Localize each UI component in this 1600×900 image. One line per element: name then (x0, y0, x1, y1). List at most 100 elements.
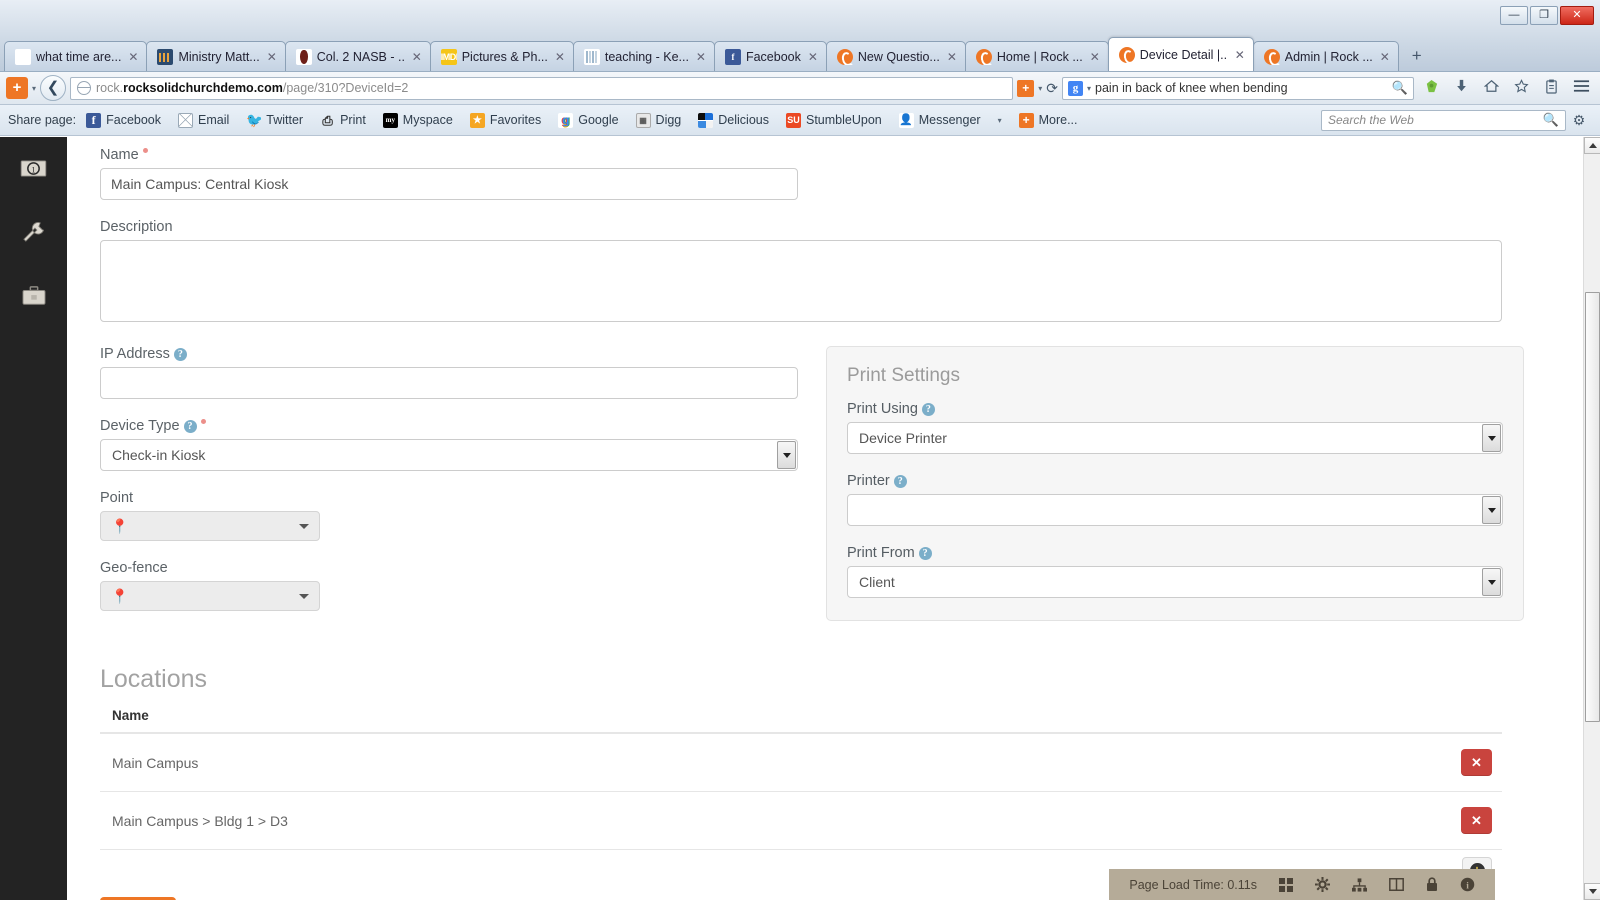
new-tab-button[interactable]: + (1404, 46, 1430, 68)
share-search-input[interactable]: Search the Web 🔍 (1321, 109, 1566, 131)
help-icon[interactable]: ? (183, 419, 197, 433)
device-type-select[interactable]: Check-in Kiosk (100, 439, 798, 471)
share-myspace-button[interactable]: my Myspace (382, 112, 453, 128)
delete-location-button[interactable]: ✕ (1461, 807, 1492, 834)
gmail-icon: M (15, 48, 31, 65)
scrollbar-thumb[interactable] (1585, 292, 1600, 722)
scroll-down-button[interactable] (1584, 883, 1600, 900)
info-icon[interactable]: i (1460, 877, 1475, 892)
address-bar[interactable]: rock.rocksolidchurchdemo.com/page/310?De… (70, 76, 1014, 100)
tab-title: what time are... (36, 49, 122, 64)
printer-select[interactable] (847, 494, 1503, 526)
help-icon[interactable]: ? (918, 546, 932, 560)
help-icon[interactable]: ? (893, 474, 907, 488)
share-print-button[interactable]: ⎙ Print (320, 113, 365, 128)
scroll-up-button[interactable] (1584, 137, 1600, 154)
blocks-icon[interactable] (1279, 877, 1293, 892)
home-icon[interactable] (1478, 79, 1504, 97)
share-more-button[interactable]: + More... (1018, 112, 1078, 128)
share-more-chevron-icon[interactable]: ▾ (998, 116, 1002, 125)
delete-location-button[interactable]: ✕ (1461, 749, 1492, 776)
browser-tab[interactable]: Home | Rock ... ✕ (964, 41, 1109, 71)
close-tab-icon[interactable]: ✕ (553, 50, 567, 64)
chevron-down-icon[interactable] (1482, 496, 1501, 524)
point-picker[interactable]: 📍 (100, 511, 320, 541)
extension-plus-icon[interactable]: + (6, 77, 28, 99)
wrench-icon[interactable] (0, 210, 67, 254)
close-window-button[interactable]: ✕ (1560, 6, 1594, 25)
close-tab-icon[interactable]: ✕ (1233, 48, 1247, 62)
close-tab-icon[interactable]: ✕ (694, 50, 708, 64)
print-using-select[interactable]: Device Printer (847, 422, 1503, 454)
download-icon[interactable] (1448, 79, 1474, 97)
share-messenger-button[interactable]: 👤 Messenger (898, 112, 981, 128)
ip-address-input[interactable] (100, 367, 798, 399)
columns-icon[interactable] (1389, 878, 1404, 891)
print-from-select[interactable]: Client (847, 566, 1503, 598)
share-favorites-button[interactable]: ★ Favorites (469, 112, 541, 128)
browser-tab[interactable]: New Questio... ✕ (825, 41, 966, 71)
chevron-down-icon[interactable] (299, 593, 309, 599)
chevron-down-icon[interactable] (777, 441, 796, 469)
tab-title: Admin | Rock ... (1284, 49, 1373, 64)
gear-icon[interactable]: ⚙ (1566, 112, 1592, 129)
clipboard-icon[interactable] (1538, 79, 1564, 98)
share-digg-button[interactable]: ▦ Digg (635, 112, 681, 128)
url-chevron-icon[interactable]: ▾ (1038, 84, 1042, 93)
name-input[interactable]: Main Campus: Central Kiosk (100, 168, 798, 200)
share-facebook-button[interactable]: f Facebook (86, 112, 161, 128)
print-settings-title: Print Settings (847, 365, 960, 386)
close-tab-icon[interactable]: ✕ (265, 50, 279, 64)
search-engine-chevron-icon[interactable]: ▾ (1087, 84, 1091, 93)
gear-icon[interactable] (1315, 877, 1330, 892)
menu-icon[interactable] (1568, 79, 1594, 97)
column-header-name: Name (100, 708, 1432, 734)
browser-tab[interactable]: Col. 2 NASB - ... ✕ (284, 41, 431, 71)
sitemap-icon[interactable] (1352, 877, 1367, 892)
close-tab-icon[interactable]: ✕ (126, 50, 140, 64)
chevron-down-icon[interactable] (1482, 424, 1501, 452)
geofence-picker[interactable]: 📍 (100, 581, 320, 611)
table-row[interactable]: Main Campus ✕ (100, 733, 1502, 792)
close-tab-icon[interactable]: ✕ (806, 50, 820, 64)
bookmark-star-icon[interactable] (1508, 78, 1534, 98)
money-bill-icon[interactable]: 1 (0, 146, 67, 190)
minimize-button[interactable]: — (1500, 6, 1528, 25)
help-icon[interactable]: ? (921, 402, 935, 416)
browser-tab[interactable]: IMDb Pictures & Ph... ✕ (429, 41, 574, 71)
vertical-scrollbar[interactable] (1583, 137, 1600, 900)
close-tab-icon[interactable]: ✕ (1088, 50, 1102, 64)
share-google-button[interactable]: Google (558, 112, 619, 128)
chevron-down-icon[interactable]: ▾ (32, 84, 36, 93)
description-textarea[interactable] (100, 240, 1502, 322)
lock-icon[interactable] (1426, 877, 1438, 892)
back-button[interactable]: ❮ (40, 75, 67, 101)
browser-tab[interactable]: Device Detail |... ✕ (1107, 37, 1254, 71)
help-icon[interactable]: ? (173, 347, 187, 361)
table-row[interactable]: Main Campus > Bldg 1 > D3 ✕ (100, 791, 1502, 850)
close-tab-icon[interactable]: ✕ (945, 50, 959, 64)
evernote-icon[interactable] (1418, 79, 1444, 98)
share-twitter-button[interactable]: 🐦 Twitter (246, 113, 303, 128)
browser-tab[interactable]: Admin | Rock ... ✕ (1252, 41, 1399, 71)
browser-tab[interactable]: Mwhat time are... ✕ (4, 41, 148, 71)
print-from-label-row: Print From ? (847, 545, 1503, 561)
browser-tab[interactable]: Ministry Matt... ✕ (146, 41, 286, 71)
share-email-button[interactable]: Email (178, 112, 229, 128)
close-tab-icon[interactable]: ✕ (1378, 50, 1392, 64)
search-box[interactable]: g ▾ pain in back of knee when bending 🔍 (1062, 76, 1414, 100)
chevron-down-icon[interactable] (299, 523, 309, 529)
chevron-down-icon[interactable] (1482, 568, 1501, 596)
browser-tab[interactable]: teaching - Ke... ✕ (572, 41, 715, 71)
geofence-label: Geo-fence (100, 560, 168, 576)
share-stumbleupon-button[interactable]: SU StumbleUpon (785, 112, 882, 128)
restore-button[interactable]: ❐ (1530, 6, 1558, 25)
search-icon[interactable]: 🔍 (1392, 80, 1408, 96)
share-search-icon[interactable]: 🔍 (1543, 112, 1559, 128)
share-delicious-button[interactable]: Delicious (698, 112, 769, 128)
reload-icon[interactable]: ⟳ (1046, 80, 1058, 97)
browser-tab[interactable]: f Facebook ✕ (713, 41, 827, 71)
close-tab-icon[interactable]: ✕ (410, 50, 424, 64)
briefcase-icon[interactable] (0, 274, 67, 318)
url-extension-icon[interactable]: + (1017, 79, 1035, 97)
